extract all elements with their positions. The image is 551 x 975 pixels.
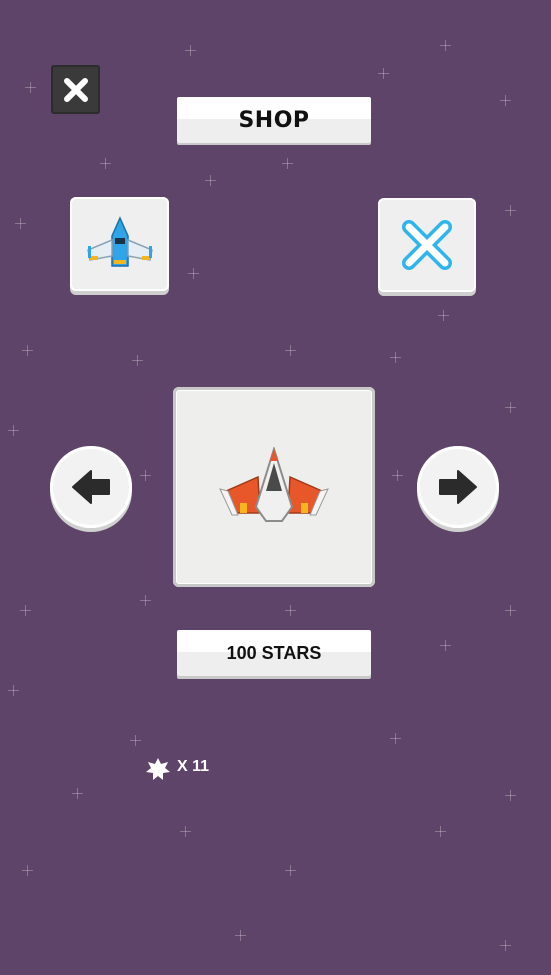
- price-label: 100 STARS: [226, 642, 322, 663]
- sparkle-icon: [440, 40, 451, 51]
- sparkle-icon: [440, 640, 451, 651]
- sparkle-icon: [132, 355, 143, 366]
- sparkle-icon: [505, 790, 516, 801]
- sparkle-icon: [378, 68, 389, 79]
- sparkle-icon: [8, 685, 19, 696]
- close-icon: [63, 77, 88, 102]
- locked-slot-button[interactable]: [378, 198, 476, 292]
- sparkle-icon: [235, 930, 246, 941]
- sparkle-icon: [100, 158, 111, 169]
- sparkle-icon: [505, 605, 516, 616]
- shop-title: SHOP: [177, 97, 371, 143]
- sparkle-icon: [205, 175, 216, 186]
- sparkle-icon: [22, 345, 33, 356]
- star-badge-icon: [146, 758, 170, 780]
- sparkle-icon: [505, 205, 516, 216]
- previous-ship-button[interactable]: [50, 446, 132, 528]
- sparkle-icon: [20, 605, 31, 616]
- sparkle-icon: [282, 158, 293, 169]
- arrow-left-icon: [72, 470, 110, 504]
- sparkle-icon: [505, 402, 516, 413]
- ship-preview: [173, 387, 375, 587]
- sparkle-icon: [435, 826, 446, 837]
- sparkle-icon: [438, 310, 449, 321]
- sparkle-icon: [180, 826, 191, 837]
- sparkle-icon: [140, 470, 151, 481]
- star-counter: X 11: [145, 757, 209, 783]
- sparkle-icon: [8, 425, 19, 436]
- close-button[interactable]: [51, 65, 100, 114]
- sparkle-icon: [22, 865, 33, 876]
- sparkle-icon: [500, 95, 511, 106]
- next-ship-button[interactable]: [417, 446, 499, 528]
- sparkle-icon: [392, 470, 403, 481]
- shop-screen: SHOP 100 STARS X 11: [0, 0, 551, 975]
- sparkle-icon: [188, 268, 199, 279]
- arrow-right-icon: [439, 470, 477, 504]
- sparkle-icon: [390, 352, 401, 363]
- sparkle-icon: [25, 82, 36, 93]
- sparkle-icon: [285, 605, 296, 616]
- sparkle-icon: [285, 865, 296, 876]
- sparkle-icon: [500, 940, 511, 951]
- sparkle-icon: [130, 735, 141, 746]
- orange-ship-icon: [219, 447, 329, 522]
- buy-button[interactable]: 100 STARS: [177, 630, 371, 676]
- sparkle-icon: [15, 218, 26, 229]
- blue-x-icon: [402, 220, 452, 270]
- sparkle-icon: [140, 595, 151, 606]
- sparkle-icon: [185, 45, 196, 56]
- sparkle-icon: [72, 788, 83, 799]
- sparkle-icon: [285, 345, 296, 356]
- sparkle-icon: [390, 733, 401, 744]
- blue-ship-icon: [86, 216, 153, 267]
- shop-title-text: SHOP: [238, 107, 310, 133]
- star-count: X 11: [177, 758, 210, 775]
- ship-select-button[interactable]: [70, 197, 169, 291]
